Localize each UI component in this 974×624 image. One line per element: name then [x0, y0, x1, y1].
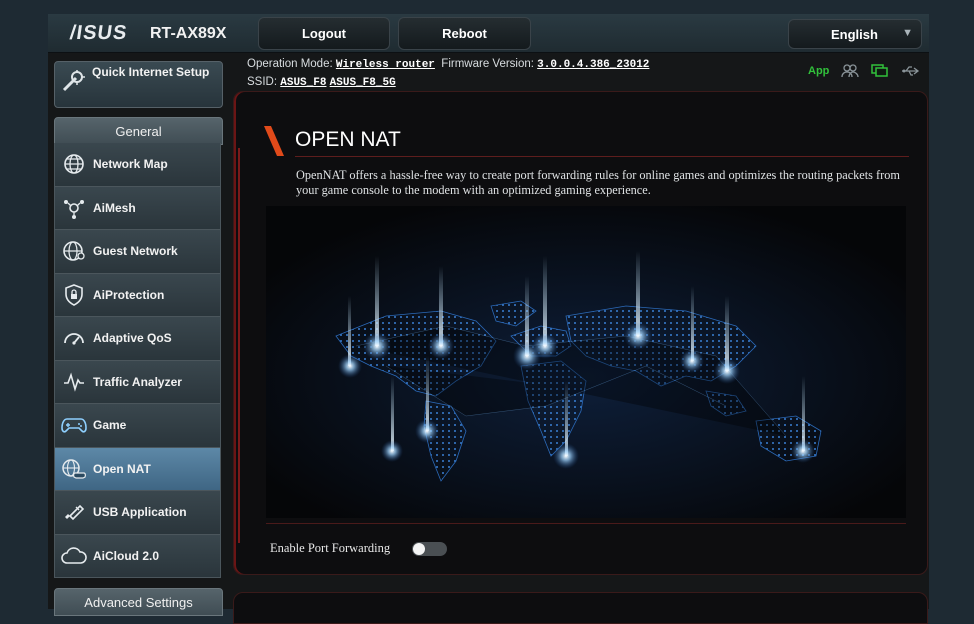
operation-mode-label: Operation Mode: — [247, 58, 333, 70]
usb-status-icon[interactable] — [901, 65, 921, 77]
language-value: English — [831, 27, 878, 42]
sidebar-item-aicloud[interactable]: AiCloud 2.0 — [54, 534, 221, 578]
operation-mode-link[interactable]: Wireless router — [336, 59, 435, 71]
toggle-knob — [413, 543, 425, 555]
page-description: OpenNAT offers a hassle-free way to crea… — [296, 168, 900, 197]
chevron-down-icon: ▼ — [902, 27, 913, 39]
sidebar-item-label: Adaptive QoS — [93, 331, 172, 346]
app-link[interactable]: App — [808, 65, 829, 77]
sidebar-item-label: Traffic Analyzer — [93, 374, 182, 389]
port-forwarding-toggle[interactable] — [412, 542, 447, 556]
ssid-label: SSID: — [247, 76, 278, 88]
gauge-icon — [61, 325, 87, 351]
sidebar-item-traffic-analyzer[interactable]: Traffic Analyzer — [54, 360, 221, 404]
advanced-settings-header: Advanced Settings — [54, 588, 223, 616]
world-map-illustration — [266, 206, 906, 518]
model-name: RT-AX89X — [150, 25, 227, 42]
sidebar-item-label: AiMesh — [93, 200, 136, 215]
sidebar-item-label: Open NAT — [93, 461, 151, 476]
firmware-link[interactable]: 3.0.0.4.386_23012 — [537, 59, 649, 71]
pulse-icon — [61, 369, 87, 395]
network-status-icon[interactable] — [871, 64, 889, 78]
sidebar-item-label: Network Map — [93, 157, 168, 172]
sidebar-item-label: Game — [93, 418, 127, 433]
sidebar-item-aiprotection[interactable]: AiProtection — [54, 273, 221, 317]
shield-lock-icon — [61, 282, 87, 308]
language-select[interactable]: English ▼ — [788, 19, 922, 49]
quick-internet-setup-label: Quick Internet Setup — [92, 65, 210, 79]
sidebar-item-label: AiCloud 2.0 — [93, 548, 160, 563]
firmware-label: Firmware Version: — [441, 58, 534, 70]
logout-button[interactable]: Logout — [258, 17, 390, 50]
ssid-link-5g[interactable]: ASUS_F8_5G — [330, 77, 396, 89]
sidebar-item-label: USB Application — [93, 505, 187, 520]
cloud-icon — [61, 543, 87, 569]
status-icons: App — [808, 64, 921, 78]
asus-logo[interactable]: /ISUS — [68, 22, 129, 45]
panel-accent-line — [238, 148, 240, 543]
sidebar-item-adaptive-qos[interactable]: Adaptive QoS — [54, 317, 221, 361]
reboot-button[interactable]: Reboot — [398, 17, 531, 50]
sidebar-item-guest-network[interactable]: Guest Network — [54, 230, 221, 274]
content-panel-lower — [233, 592, 928, 624]
sidebar-item-aimesh[interactable]: AiMesh — [54, 186, 221, 230]
open-nat-icon — [61, 456, 87, 482]
sidebar-item-usb-application[interactable]: USB Application — [54, 491, 221, 535]
sidebar-item-open-nat[interactable]: Open NAT — [54, 447, 221, 491]
wand-icon — [62, 70, 85, 92]
status-info: Operation Mode: Wireless router Firmware… — [247, 56, 649, 92]
page-title: OPEN NAT — [295, 128, 401, 151]
usb-icon — [61, 499, 87, 525]
sidebar-item-network-map[interactable]: Network Map — [54, 143, 221, 187]
sidebar-menu: Network Map AiMesh Guest Network AiProte… — [54, 143, 221, 578]
sidebar-item-label: Guest Network — [93, 244, 178, 259]
gamepad-icon — [61, 412, 87, 438]
aimesh-icon — [61, 195, 87, 221]
title-divider — [295, 156, 909, 157]
clients-icon[interactable] — [841, 64, 860, 78]
section-divider — [266, 523, 906, 524]
sidebar-item-label: AiProtection — [93, 287, 165, 302]
port-forwarding-label: Enable Port Forwarding — [270, 541, 391, 555]
ssid-link-24g[interactable]: ASUS_F8 — [280, 77, 326, 89]
guest-globe-icon — [61, 238, 87, 264]
title-accent-icon — [264, 126, 284, 156]
globe-network-icon — [61, 151, 87, 177]
general-section-header: General — [54, 117, 223, 145]
sidebar-item-game[interactable]: Game — [54, 404, 221, 448]
